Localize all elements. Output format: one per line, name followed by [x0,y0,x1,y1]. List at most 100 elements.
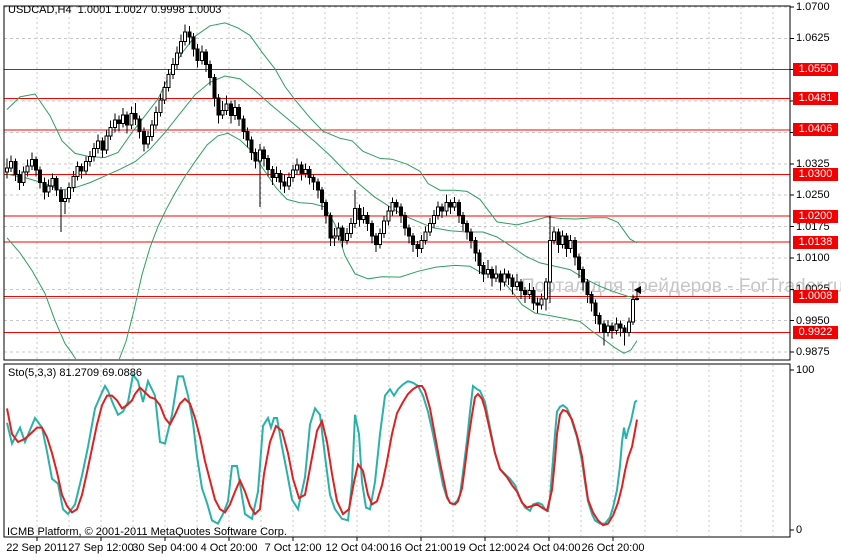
indicator-axis-max: 100 [796,364,815,376]
candle-body [324,202,329,216]
candle-body [518,281,523,292]
candle-body [593,302,598,317]
mt4-chart-window: Портал для трейдеров - ForTrader.ru USDC… [0,0,841,558]
candle-body [9,161,14,169]
price-axis-label: 0.9950 [796,314,830,327]
time-axis-label: 4 Oct 20:00 [200,542,258,554]
candle-body [71,175,76,189]
candle-body [390,202,395,212]
candle-body [21,171,26,184]
candle-body [282,181,287,187]
candle-body [295,164,300,171]
candle-body [257,149,262,162]
candle-body [465,223,470,233]
candle-body [237,106,242,120]
copyright-text: ICMB Platform, © 2001-2011 MetaQuotes So… [7,526,287,538]
candle-body [477,252,482,266]
candle-body [626,321,631,333]
price-axis-label: 1.0625 [796,32,830,45]
candle-body [162,86,167,101]
candle-body [481,264,486,275]
candle-body [203,51,208,66]
candle-body [444,202,449,212]
candle-body [547,239,552,283]
chart-title: USDCAD,H4 1.0001 1.0027 0.9998 1.0003 [8,4,222,16]
candle-body [386,210,391,222]
candle-body [307,168,312,179]
candle-body [489,269,494,279]
time-axis-label: 7 Oct 12:00 [264,542,322,554]
candle-body [108,126,113,137]
candle-body [286,177,291,187]
candle-body [353,208,358,225]
candle-body [597,315,602,325]
candle-body [539,298,544,306]
candle-body [266,157,271,170]
price-level-badge: 1.0138 [793,235,838,249]
time-axis[interactable]: 22 Sep 2011 27 Sep 12:00 30 Sep 04:00 4 Oct… [0,542,841,558]
candle-body [224,103,229,112]
price-level-badge: 0.9922 [793,325,838,339]
price-axis-label: 0.9875 [796,345,830,358]
candle-body [311,177,316,183]
candle-body [121,114,126,124]
candle-body [332,235,337,239]
candle-body [473,239,478,254]
price-level-badge: 1.0550 [793,63,838,77]
price-level-badge: 1.0406 [793,123,838,137]
indicator-label: Sto(5,3,3) 81.2709 69.0886 [8,367,142,379]
candle-body [179,40,184,54]
candle-body [581,269,586,283]
time-axis-label: 26 Oct 20:00 [581,542,645,554]
candle-body [25,165,30,173]
candle-body [373,235,378,246]
candle-body [407,227,412,237]
candle-body [191,36,196,50]
candle-body [423,231,428,241]
candle-body [261,149,266,159]
candle-body [63,198,68,202]
candle-body [79,166,84,172]
time-axis-label: 22 Sep 2011 [6,542,68,554]
candle-body [552,231,557,241]
candle-body [174,52,179,66]
candle-body [394,202,399,208]
candle-body [349,223,354,235]
candle-body [92,147,97,158]
candle-body [183,31,188,42]
candle-body [67,187,72,200]
candle-body [601,323,606,333]
price-level-badge: 1.0008 [793,289,838,303]
candle-body [431,214,436,225]
candle-body [299,164,304,174]
candle-body [158,99,163,113]
indicator-axis-min: 0 [796,524,803,536]
chart-borders [3,5,794,541]
candle-body [145,136,150,145]
candle-body [216,97,221,116]
candle-body [440,206,445,212]
candle-body [614,323,619,331]
candle-body [361,214,366,220]
candle-body [137,118,142,133]
candle-body [129,113,134,126]
price-chart-canvas[interactable] [0,0,841,558]
candle-body [17,173,22,184]
candle-body [568,239,573,250]
candle-body [133,113,138,120]
candle-body [320,189,325,204]
candle-body [50,177,55,187]
candle-body [38,169,43,184]
candle-body [622,327,627,333]
price-axis-label: 1.0100 [796,251,830,264]
candle-body [166,74,171,88]
candle-body [572,239,577,258]
candle-body [560,235,565,246]
candle-body [610,325,615,331]
candle-body [29,159,34,167]
price-axis[interactable]: 1.07001.06251.05501.04751.04001.03251.02… [790,0,841,558]
candle-body [96,140,101,149]
candle-body [125,114,130,126]
candle-body [344,233,349,241]
candle-body [485,269,490,275]
